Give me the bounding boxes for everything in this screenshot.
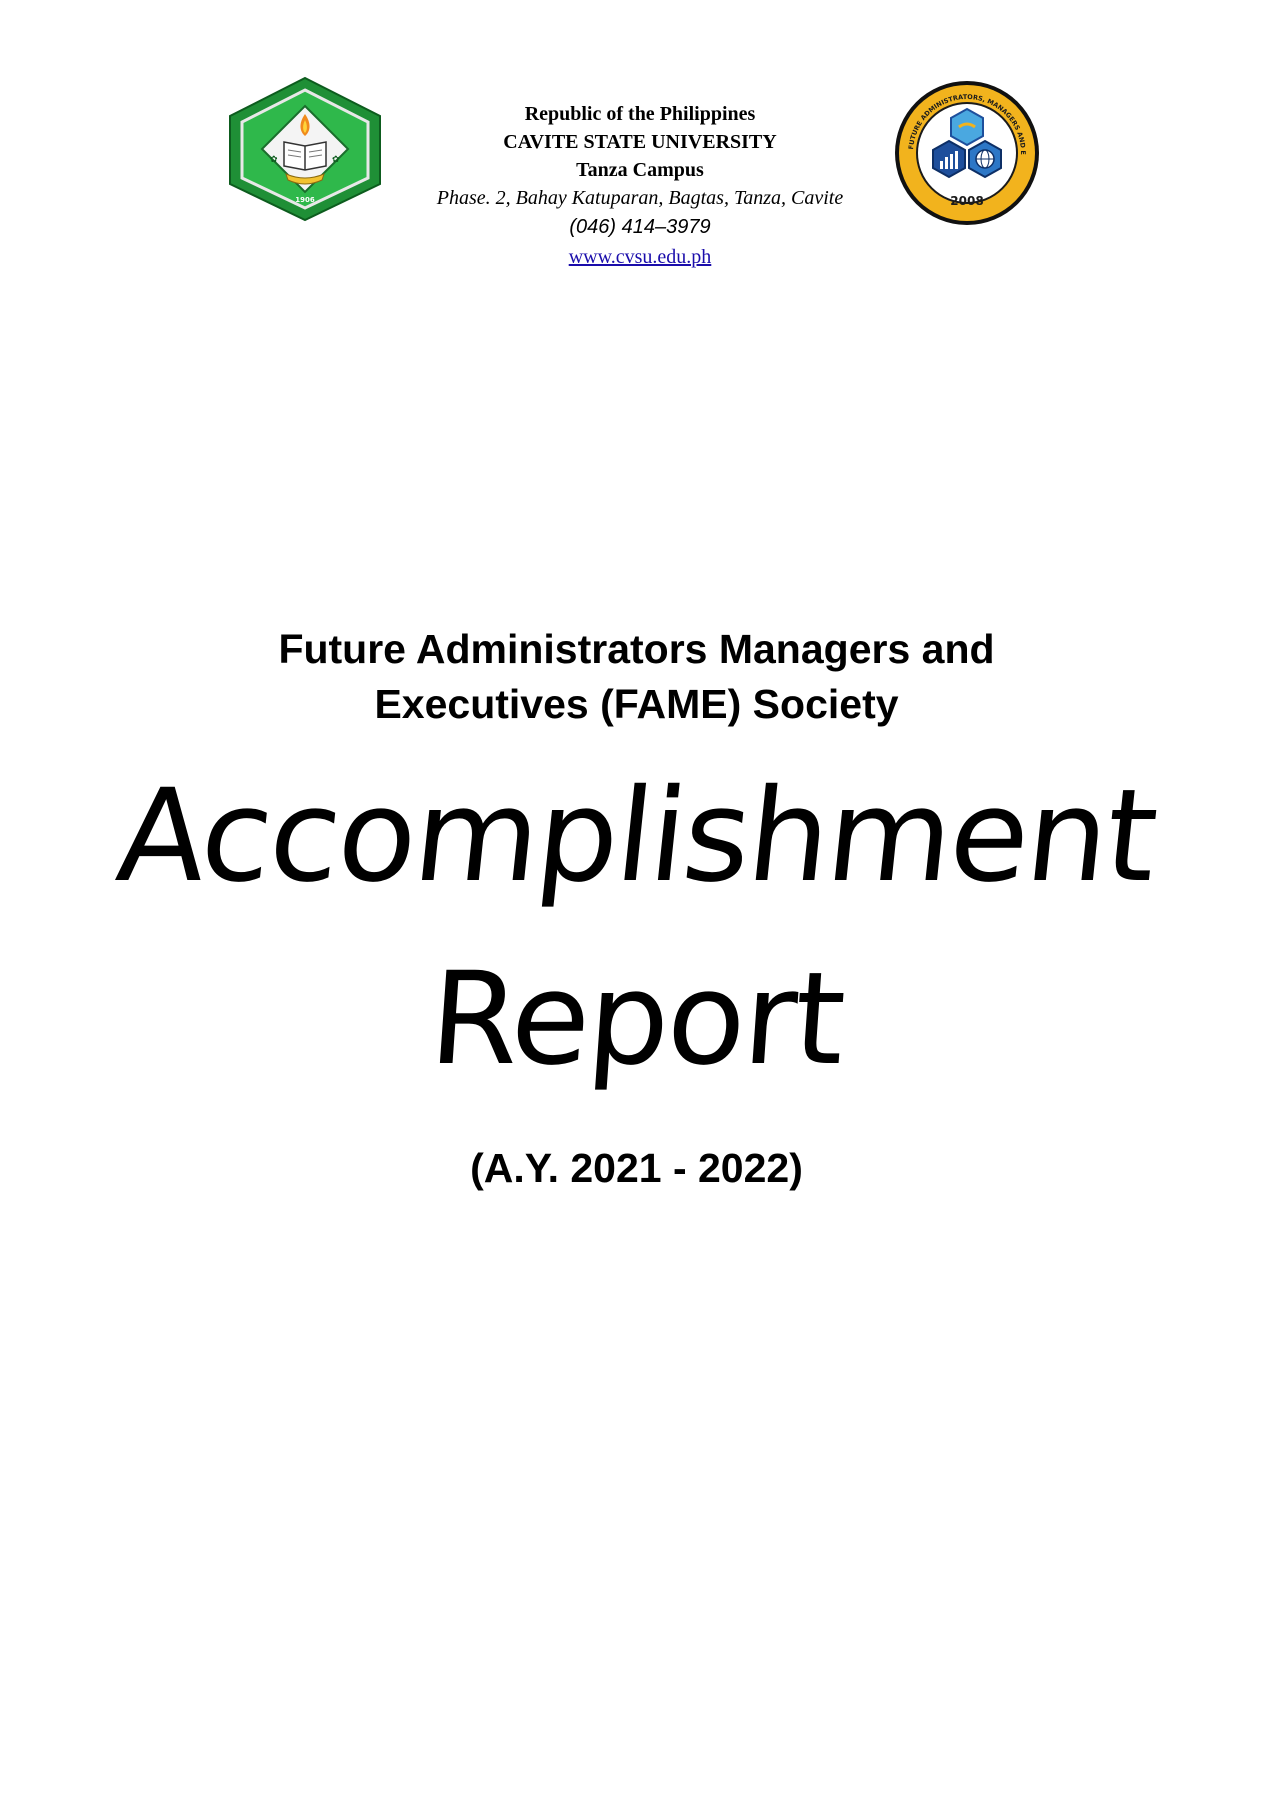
report-heading-line-2: Report [425, 945, 848, 1094]
document-page: ✿ ✿ 1906 Republic of the Philippines CAV… [0, 0, 1273, 1800]
fame-society-seal-icon: 2008 FUTURE ADMINISTRATORS, MANAGERS AND… [890, 73, 1041, 227]
organization-title: Future Administrators Managers and Execu… [0, 622, 1273, 732]
svg-text:1906: 1906 [295, 196, 315, 204]
academic-year: (A.Y. 2021 - 2022) [470, 1145, 803, 1191]
svg-text:✿: ✿ [270, 155, 278, 165]
report-heading-line-1: Accomplishment [110, 762, 1163, 911]
republic-line: Republic of the Philippines [524, 103, 756, 125]
letterhead: Republic of the Philippines CAVITE STATE… [380, 100, 900, 272]
cvsu-seal-icon: ✿ ✿ 1906 [226, 76, 384, 222]
campus-address: Phase. 2, Bahay Katuparan, Bagtas, Tanza… [436, 187, 844, 209]
org-title-line-1: Future Administrators Managers and [278, 626, 995, 672]
campus-name: Tanza Campus [576, 159, 704, 181]
svg-text:2008: 2008 [950, 194, 983, 208]
org-title-line-2: Executives (FAME) Society [374, 681, 899, 727]
svg-text:✿: ✿ [332, 155, 340, 165]
website-link[interactable]: www.cvsu.edu.ph [569, 246, 712, 268]
university-name: CAVITE STATE UNIVERSITY [503, 131, 777, 153]
cvsu-seal-graphic: ✿ ✿ 1906 [229, 76, 381, 222]
fame-seal-graphic: 2008 FUTURE ADMINISTRATORS, MANAGERS AND… [890, 73, 1039, 225]
phone-number: (046) 414–3979 [569, 216, 711, 238]
